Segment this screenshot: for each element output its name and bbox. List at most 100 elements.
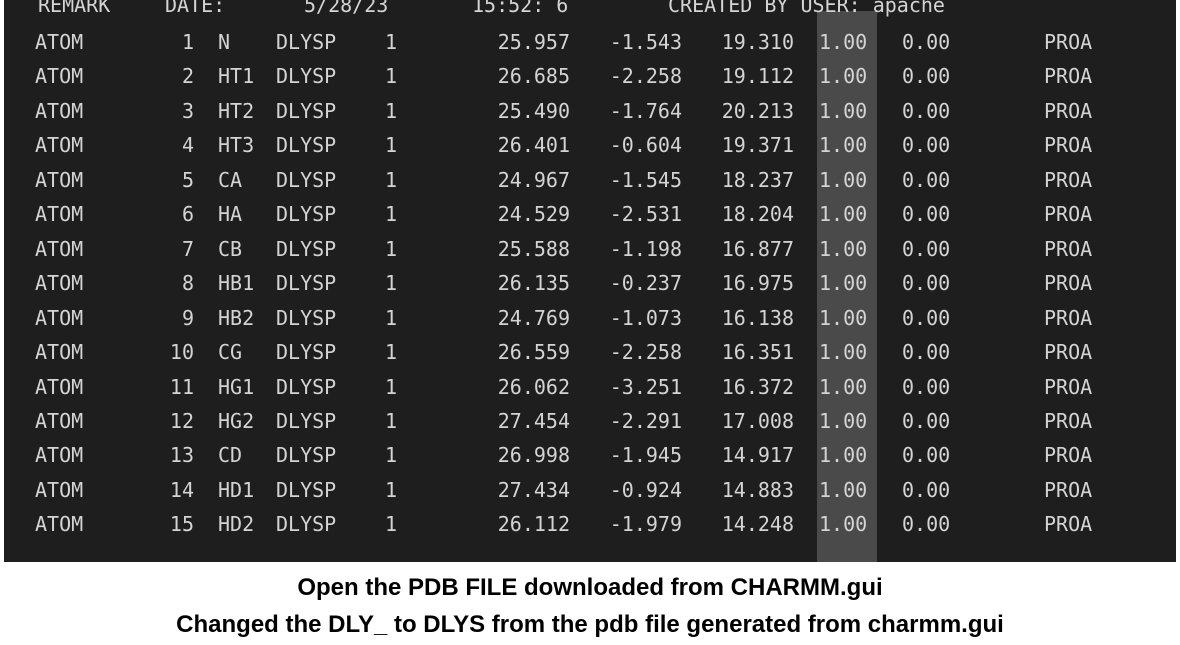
atom-name-field: HG2 [218,408,255,433]
segment-id-field: PROA [1044,30,1093,54]
residue-name-field: DLYSP [276,443,337,468]
atom-record-line[interactable]: ATOM 12 HG2 DLYSP 1 27.454 -2.291 17.008 1.00 0.0… [4,404,1176,438]
residue-name-field: DLYSP [276,340,337,365]
atom-name-field: HB1 [218,271,255,296]
y-coord-field: -2.258 [609,64,682,89]
residue-seq-field: 1 [385,340,398,365]
residue-seq-field: 1 [385,64,398,89]
serial-field: 10 [169,340,194,365]
residue-name-field: DLYSP [276,202,337,227]
serial-field: 13 [169,443,194,468]
residue-seq-field: 1 [385,271,398,296]
date-value: 5/28/23 [304,0,389,17]
segment-id-field: PROA [1044,408,1093,433]
bfactor-field: 0.00 [902,512,951,537]
atom-record-line[interactable]: ATOM 9 HB2 DLYSP 1 24.769 -1.073 16.138 1.00 0.00… [4,301,1176,335]
occupancy-field: 1.00 [819,477,868,502]
residue-name-field: DLYSP [276,236,337,261]
remark-keyword: REMARK [38,0,111,17]
segment-id-field: PROA [1044,340,1093,365]
atom-record-line[interactable]: ATOM 13 CD DLYSP 1 26.998 -1.945 14.917 1.00 0.00… [4,438,1176,472]
x-coord-field: 26.062 [497,374,570,399]
atom-record-line[interactable]: ATOM 15 HD2 DLYSP 1 26.112 -1.979 14.248 1.00 0.0… [4,507,1176,541]
y-coord-field: -1.979 [609,512,682,537]
atom-record-line[interactable]: ATOM 2 HT1 DLYSP 1 26.685 -2.258 19.112 1.00 0.00… [4,59,1176,93]
atom-record-line[interactable]: ATOM 8 HB1 DLYSP 1 26.135 -0.237 16.975 1.00 0.00… [4,266,1176,300]
record-field: ATOM [35,340,84,365]
time-value: 15:52: 6 [472,0,569,17]
z-coord-field: 19.112 [721,64,794,89]
atom-record-line[interactable]: ATOM 4 HT3 DLYSP 1 26.401 -0.604 19.371 1.00 0.00… [4,128,1176,162]
z-coord-field: 17.008 [721,408,794,433]
residue-name-field: DLYSP [276,408,337,433]
x-coord-field: 24.529 [497,202,570,227]
serial-field: 3 [181,98,194,123]
atom-record-line[interactable]: ATOM 5 CA DLYSP 1 24.967 -1.545 18.237 1.00 0.00 P… [4,163,1176,197]
y-coord-field: -2.258 [609,340,682,365]
atom-name-field: CG [218,340,243,365]
residue-seq-field: 1 [385,133,398,158]
serial-field: 2 [181,64,194,89]
y-coord-field: -1.545 [609,167,682,192]
z-coord-field: 16.877 [721,236,794,261]
occupancy-field: 1.00 [819,374,868,399]
residue-name-field: DLYSP [276,98,337,123]
atom-record-line[interactable]: ATOM 3 HT2 DLYSP 1 25.490 -1.764 20.213 1.00 0.00… [4,94,1176,128]
occupancy-field: 1.00 [819,98,868,123]
atom-record-line[interactable]: ATOM 10 CG DLYSP 1 26.559 -2.258 16.351 1.00 0.00… [4,335,1176,369]
serial-field: 7 [181,236,194,261]
z-coord-field: 19.371 [721,133,794,158]
residue-seq-field: 1 [385,374,398,399]
occupancy-field: 1.00 [819,133,868,158]
segment-id-field: PROA [1044,512,1093,537]
bfactor-field: 0.00 [902,443,951,468]
z-coord-field: 14.917 [721,443,794,468]
bfactor-field: 0.00 [902,305,951,330]
atom-record-line[interactable]: ATOM 7 CB DLYSP 1 25.588 -1.198 16.877 1.00 0.00 P… [4,232,1176,266]
record-field: ATOM [35,30,84,54]
residue-seq-field: 1 [385,167,398,192]
caption-line-2: Changed the DLY_ to DLYS from the pdb fi… [176,611,1004,638]
segment-id-field: PROA [1044,374,1093,399]
record-field: ATOM [35,64,84,89]
atom-name-field: HD2 [218,512,255,537]
z-coord-field: 18.237 [721,167,794,192]
segment-id-field: PROA [1044,167,1093,192]
serial-field: 1 [181,30,194,54]
remark-header-line: REMARK DATE: 5/28/23 15:52: 6 CREATED BY… [4,0,1176,22]
x-coord-field: 26.685 [497,64,570,89]
record-field: ATOM [35,271,84,296]
pdb-file-editor[interactable]: REMARK DATE: 5/28/23 15:52: 6 CREATED BY… [4,0,1176,562]
z-coord-field: 16.372 [721,374,794,399]
residue-name-field: DLYSP [276,374,337,399]
segment-id-field: PROA [1044,271,1093,296]
segment-id-field: PROA [1044,98,1093,123]
serial-field: 11 [169,374,194,399]
x-coord-field: 26.135 [497,271,570,296]
atom-record-line[interactable]: ATOM 11 HG1 DLYSP 1 26.062 -3.251 16.372 1.00 0.0… [4,370,1176,404]
bfactor-field: 0.00 [902,340,951,365]
residue-name-field: DLYSP [276,133,337,158]
x-coord-field: 26.559 [497,340,570,365]
record-field: ATOM [35,98,84,123]
x-coord-field: 26.112 [497,512,570,537]
atom-record-line[interactable]: ATOM 1 N DLYSP 1 25.957 -1.543 19.310 1.00 0.00 PR… [4,25,1176,59]
bfactor-field: 0.00 [902,271,951,296]
serial-field: 5 [181,167,194,192]
atom-name-field: HT2 [218,98,255,123]
atom-record-line[interactable]: ATOM 14 HD1 DLYSP 1 27.434 -0.924 14.883 1.00 0.0… [4,473,1176,507]
atom-name-field: CA [218,167,243,192]
x-coord-field: 25.490 [497,98,570,123]
serial-field: 8 [181,271,194,296]
bfactor-field: 0.00 [902,30,951,54]
y-coord-field: -3.251 [609,374,682,399]
serial-field: 15 [169,512,194,537]
residue-name-field: DLYSP [276,271,337,296]
atom-record-line[interactable]: ATOM 6 HA DLYSP 1 24.529 -2.531 18.204 1.00 0.00 P… [4,197,1176,231]
segment-id-field: PROA [1044,202,1093,227]
occupancy-field: 1.00 [819,305,868,330]
residue-name-field: DLYSP [276,477,337,502]
atom-name-field: HG1 [218,374,255,399]
serial-field: 9 [181,305,194,330]
residue-name-field: DLYSP [276,167,337,192]
